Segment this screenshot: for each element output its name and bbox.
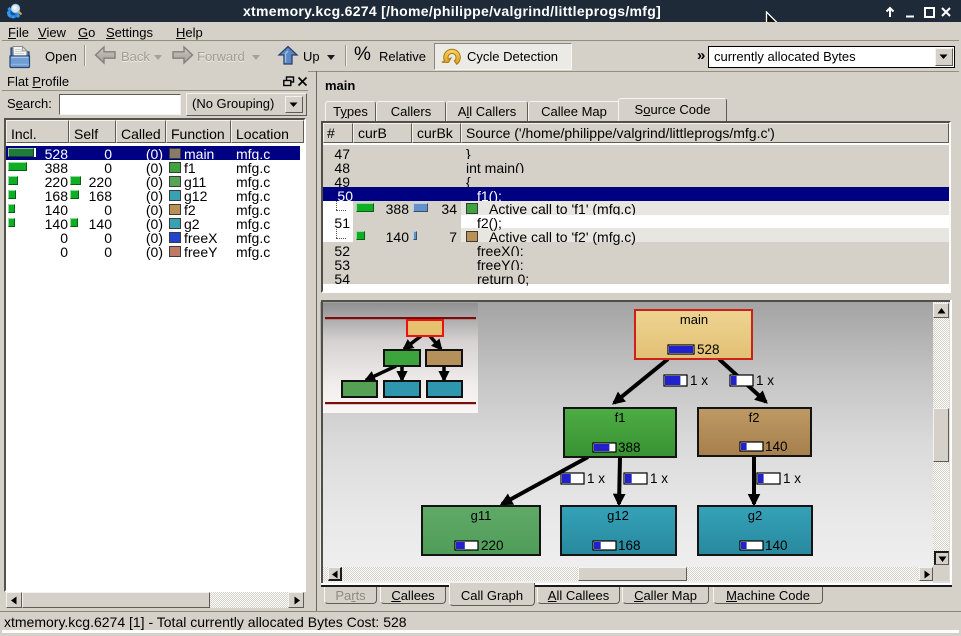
svg-text:140: 140 bbox=[765, 439, 788, 454]
svg-text:140: 140 bbox=[765, 538, 788, 553]
svg-text:1 x: 1 x bbox=[783, 471, 801, 486]
svg-text:f1: f1 bbox=[615, 410, 626, 425]
svg-text:1 x: 1 x bbox=[587, 471, 605, 486]
svg-text:main: main bbox=[680, 312, 708, 327]
svg-text:1 x: 1 x bbox=[650, 471, 668, 486]
svg-text:168: 168 bbox=[618, 538, 641, 553]
svg-text:528: 528 bbox=[697, 342, 720, 357]
svg-text:388: 388 bbox=[618, 440, 641, 455]
svg-text:g12: g12 bbox=[607, 508, 629, 523]
svg-text:g2: g2 bbox=[748, 508, 762, 523]
svg-text:1 x: 1 x bbox=[756, 373, 774, 388]
svg-text:f2: f2 bbox=[749, 410, 760, 425]
svg-text:1 x: 1 x bbox=[690, 373, 708, 388]
svg-text:220: 220 bbox=[481, 538, 504, 553]
svg-text:g11: g11 bbox=[471, 508, 492, 523]
